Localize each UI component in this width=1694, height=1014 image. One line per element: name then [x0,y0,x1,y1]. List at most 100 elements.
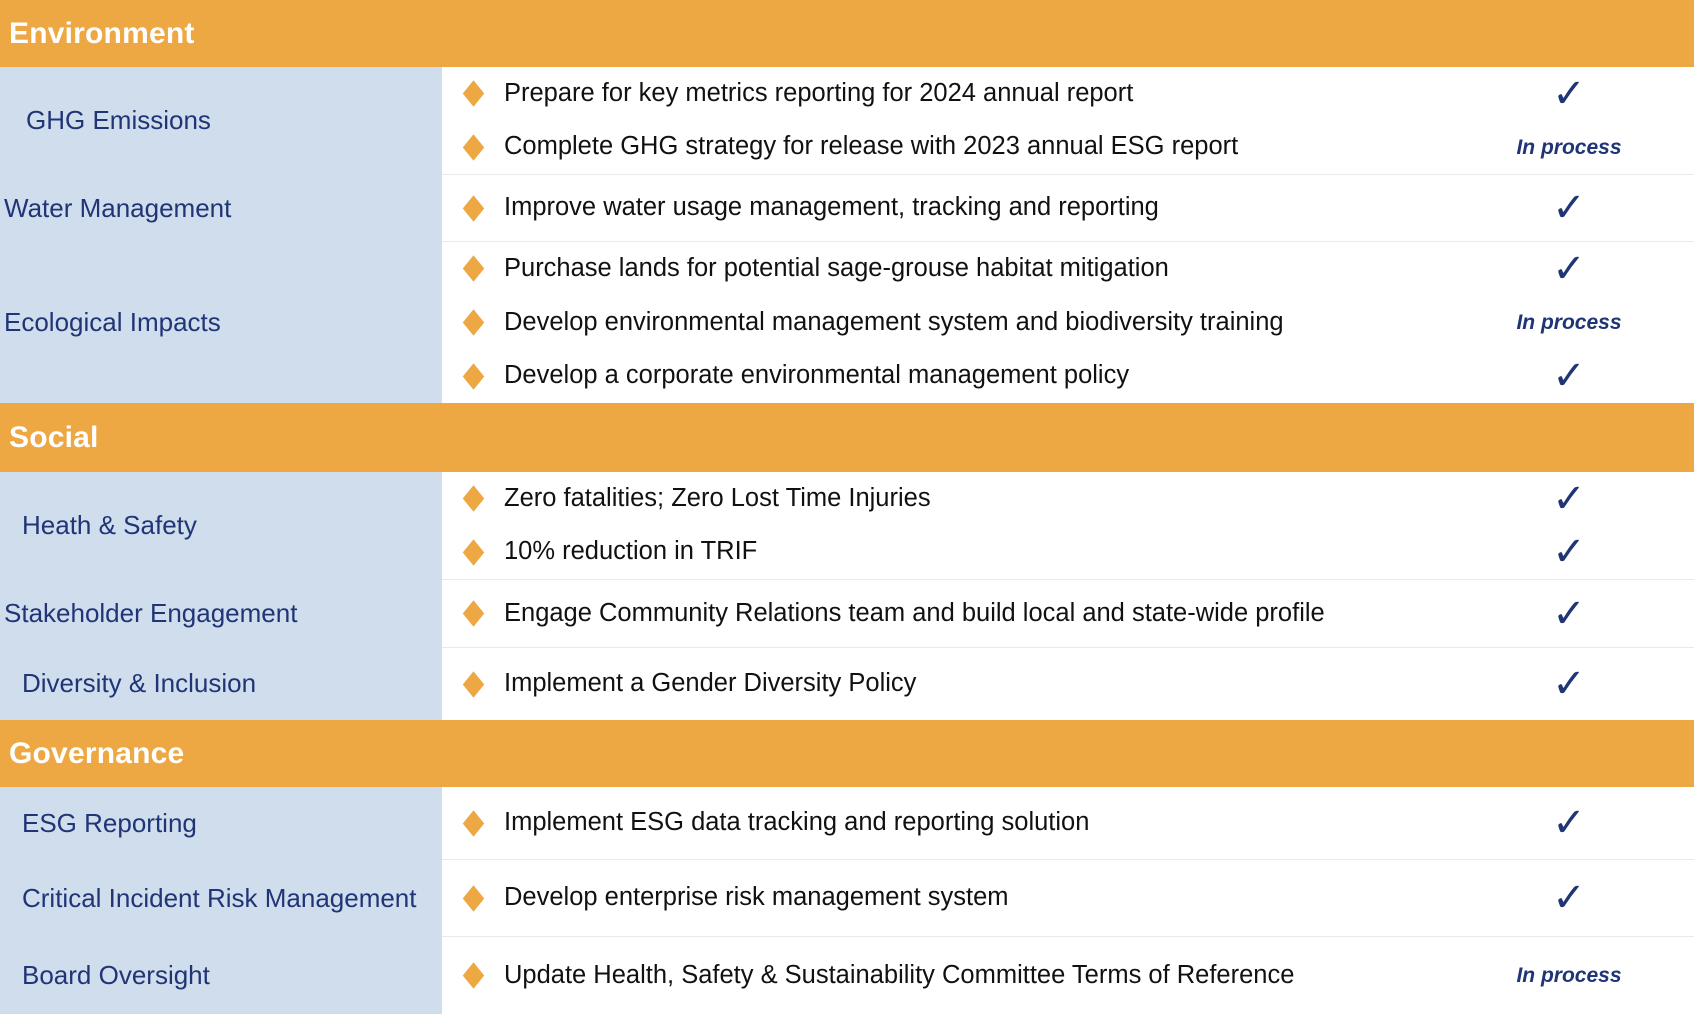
status-cell: ✓ [1444,878,1694,918]
goals-column: Zero fatalities; Zero Lost Time Injuries… [442,472,1694,720]
goal-group: Implement a Gender Diversity Policy ✓ [442,648,1694,720]
in-process-label: In process [1516,135,1622,159]
goal-row[interactable]: Implement a Gender Diversity Policy ✓ [442,648,1694,720]
goal-row[interactable]: Develop environmental management system … [442,296,1694,350]
goal-row[interactable]: Update Health, Safety & Sustainability C… [442,937,1694,1014]
goal-row[interactable]: Purchase lands for potential sage-grouse… [442,242,1694,296]
topic-cell[interactable]: Board Oversight [0,937,442,1014]
section-body-environment: GHG Emissions Water Management Ecological … [0,67,1694,403]
diamond-bullet-icon [462,255,484,283]
goal-text: Purchase lands for potential sage-grouse… [504,253,1169,282]
goal-row[interactable]: Develop enterprise risk management syste… [442,860,1694,936]
goal-row[interactable]: Engage Community Relations team and buil… [442,580,1694,647]
category-title: Social [9,420,99,454]
topic-column: Heath & Safety Stakeholder Engagement Dive… [0,472,442,720]
diamond-bullet-icon [462,884,484,912]
topic-label: Heath & Safety [22,510,197,541]
diamond-bullet-icon [462,309,484,336]
checkmark-icon: ✓ [1552,529,1586,576]
diamond-bullet-icon [462,962,484,989]
topic-cell[interactable]: Diversity & Inclusion [0,648,442,720]
goal-text: 10% reduction in TRIF [504,537,758,566]
checkmark-icon: ✓ [1552,875,1586,921]
goal-group: Update Health, Safety & Sustainability C… [442,937,1694,1014]
bullet-cell [442,809,504,837]
category-title: Environment [9,16,195,50]
checkmark-icon: ✓ [1552,590,1586,637]
status-cell: ✓ [1444,356,1694,396]
goal-group: Prepare for key metrics reporting for 20… [442,67,1694,175]
goal-text: Improve water usage management, tracking… [504,193,1159,222]
diamond-bullet-icon [462,485,484,513]
topic-label: ESG Reporting [22,807,197,838]
goal-row[interactable]: Develop a corporate environmental manage… [442,349,1694,403]
goal-group: Improve water usage management, tracking… [442,175,1694,242]
checkmark-icon: ✓ [1552,70,1586,117]
goal-text: Prepare for key metrics reporting for 20… [504,78,1134,107]
status-cell: ✓ [1444,594,1694,634]
topic-label: Critical Incident Risk Management [22,882,417,913]
status-cell: In process [1444,312,1694,333]
status-cell: In process [1444,137,1694,158]
checkmark-icon: ✓ [1552,475,1586,522]
bullet-cell [442,600,504,627]
topic-cell[interactable]: ESG Reporting [0,787,442,860]
in-process-label: In process [1516,964,1622,987]
goal-group: Engage Community Relations team and buil… [442,580,1694,648]
diamond-bullet-icon [462,809,484,837]
bullet-cell [442,362,504,390]
goal-text: Complete GHG strategy for release with 2… [504,132,1239,161]
goal-group: Develop enterprise risk management syste… [442,860,1694,937]
bullet-cell [442,962,504,989]
bullet-cell [442,194,504,222]
goal-row[interactable]: Prepare for key metrics reporting for 20… [442,67,1694,121]
topic-cell[interactable]: Heath & Safety [0,472,442,580]
topic-column: ESG Reporting Critical Incident Risk Mana… [0,787,442,1014]
diamond-bullet-icon [462,80,484,108]
status-cell: ✓ [1444,74,1694,114]
topic-cell[interactable]: Stakeholder Engagement [0,580,442,648]
checkmark-icon: ✓ [1552,661,1586,707]
bullet-cell [442,80,504,108]
goal-row[interactable]: 10% reduction in TRIF ✓ [442,526,1694,580]
goals-column: Prepare for key metrics reporting for 20… [442,67,1694,403]
esg-goals-table: Environment GHG Emissions Water Management… [0,0,1694,1014]
bullet-cell [442,255,504,283]
status-cell: ✓ [1444,188,1694,228]
goal-text: Implement ESG data tracking and reportin… [504,808,1090,837]
bullet-cell [442,670,504,698]
topic-label: Water Management [4,192,232,223]
topic-cell[interactable]: GHG Emissions [0,67,442,175]
goal-row[interactable]: Improve water usage management, tracking… [442,175,1694,241]
bullet-cell [442,485,504,513]
status-cell: ✓ [1444,664,1694,704]
goal-row[interactable]: Zero fatalities; Zero Lost Time Injuries… [442,472,1694,526]
diamond-bullet-icon [462,194,484,222]
goal-text: Develop enterprise risk management syste… [504,883,1009,912]
goal-group: Zero fatalities; Zero Lost Time Injuries… [442,472,1694,580]
status-cell: ✓ [1444,803,1694,843]
goal-text: Zero fatalities; Zero Lost Time Injuries [504,483,931,512]
status-cell: ✓ [1444,249,1694,289]
diamond-bullet-icon [462,133,484,161]
status-cell: ✓ [1444,532,1694,572]
topic-cell[interactable]: Critical Incident Risk Management [0,860,442,937]
status-cell: ✓ [1444,479,1694,519]
section-body-governance: ESG Reporting Critical Incident Risk Mana… [0,787,1694,1014]
goal-text: Update Health, Safety & Sustainability C… [504,960,1295,989]
category-band-governance: Governance [0,720,1694,787]
topic-label: Stakeholder Engagement [4,598,298,629]
diamond-bullet-icon [462,600,484,627]
topic-cell[interactable]: Ecological Impacts [0,242,442,403]
category-band-social: Social [0,403,1694,472]
topic-label: Diversity & Inclusion [22,668,257,699]
topic-label: GHG Emissions [26,105,211,136]
bullet-cell [442,538,504,566]
checkmark-icon: ✓ [1552,185,1586,231]
diamond-bullet-icon [462,538,484,566]
diamond-bullet-icon [462,670,484,698]
topic-cell[interactable]: Water Management [0,175,442,242]
goal-row[interactable]: Complete GHG strategy for release with 2… [442,121,1694,175]
goals-column: Implement ESG data tracking and reportin… [442,787,1694,1014]
goal-row[interactable]: Implement ESG data tracking and reportin… [442,787,1694,859]
